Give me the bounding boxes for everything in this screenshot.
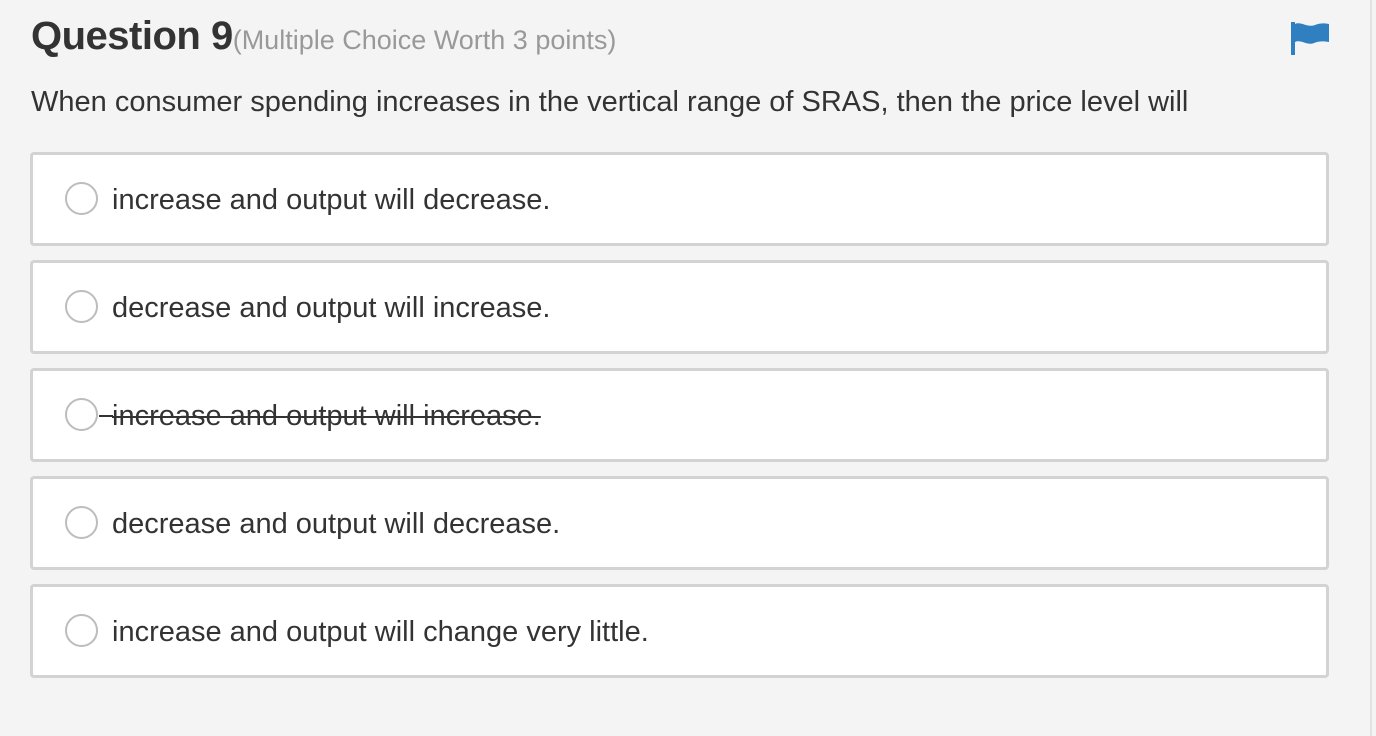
answer-choice[interactable]: decrease and output will decrease. xyxy=(30,476,1329,570)
answer-choice-label: increase and output will decrease. xyxy=(112,184,551,216)
answer-choice-label: decrease and output will decrease. xyxy=(112,508,561,540)
question-title: Question 9 xyxy=(31,14,233,58)
question-prompt: When consumer spending increases in the … xyxy=(31,86,1189,118)
answer-choice-label: increase and output will change very lit… xyxy=(112,616,649,648)
radio-button[interactable] xyxy=(65,290,98,323)
answer-choice-struck[interactable]: increase and output will increase. xyxy=(30,368,1329,462)
answer-choices: increase and output will decrease. decre… xyxy=(30,152,1329,692)
answer-choice-label: increase and output will increase. xyxy=(112,400,541,432)
radio-button[interactable] xyxy=(65,614,98,647)
strikethrough-line xyxy=(99,415,113,417)
answer-choice[interactable]: increase and output will decrease. xyxy=(30,152,1329,246)
radio-button[interactable] xyxy=(65,182,98,215)
question-panel: Question 9(Multiple Choice Worth 3 point… xyxy=(0,0,1372,736)
flag-icon[interactable] xyxy=(1289,20,1331,56)
question-meta: (Multiple Choice Worth 3 points) xyxy=(232,25,617,55)
answer-choice[interactable]: decrease and output will increase. xyxy=(30,260,1329,354)
radio-button[interactable] xyxy=(65,398,98,431)
answer-choice[interactable]: increase and output will change very lit… xyxy=(30,584,1329,678)
answer-choice-label: decrease and output will increase. xyxy=(112,292,551,324)
question-header: Question 9(Multiple Choice Worth 3 point… xyxy=(31,14,616,59)
radio-button[interactable] xyxy=(65,506,98,539)
